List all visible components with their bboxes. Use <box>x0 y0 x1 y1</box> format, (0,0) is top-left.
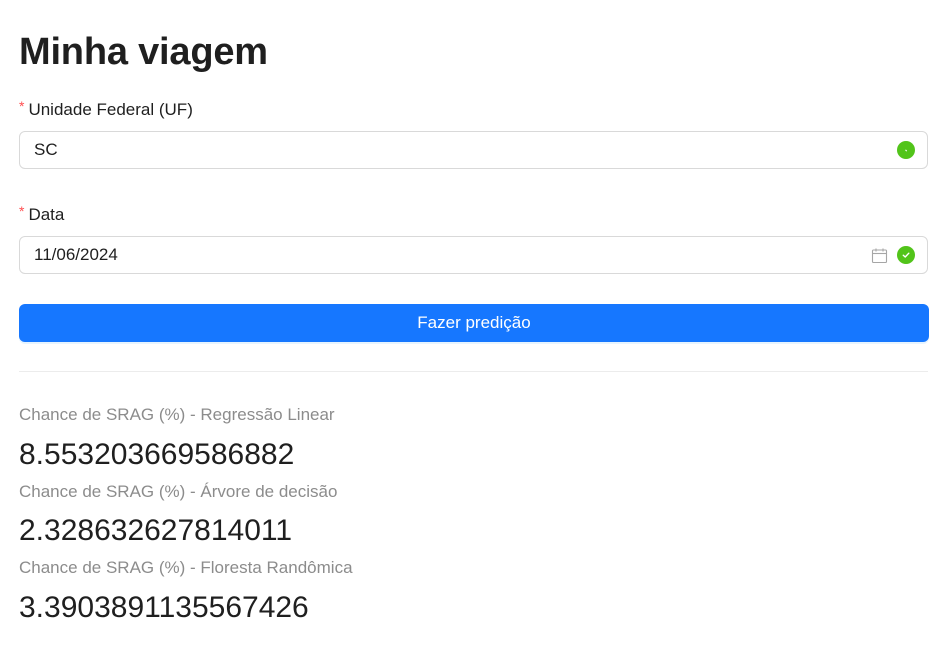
linear-regression-value: 8.553203669586882 <box>19 438 295 471</box>
decision-tree-title: Chance de SRAG (%) - Árvore de decisão <box>19 482 338 501</box>
random-forest-value: 3.3903891135567426 <box>19 591 309 624</box>
success-check-icon <box>897 246 915 264</box>
success-check-icon <box>897 141 915 159</box>
divider <box>19 371 928 372</box>
uf-select[interactable]: SC <box>19 131 928 169</box>
date-picker-value: 11/06/2024 <box>34 245 118 264</box>
page-container: Minha viagem * Unidade Federal (UF) SC * D… <box>0 0 948 667</box>
calendar-icon[interactable] <box>871 247 888 264</box>
uf-field-label: * Unidade Federal (UF) <box>19 98 193 121</box>
date-label-text: Data <box>28 205 65 224</box>
predict-button[interactable]: Fazer predição <box>19 304 929 342</box>
decision-tree-value: 2.328632627814011 <box>19 514 293 547</box>
uf-select-value: SC <box>34 140 58 159</box>
random-forest-title: Chance de SRAG (%) - Floresta Randômica <box>19 558 353 577</box>
date-field-label: * Data <box>19 203 65 226</box>
uf-label-text: Unidade Federal (UF) <box>28 100 193 119</box>
required-mark: * <box>19 203 25 219</box>
page-title: Minha viagem <box>19 31 268 73</box>
date-picker[interactable]: 11/06/2024 <box>19 236 928 274</box>
linear-regression-title: Chance de SRAG (%) - Regressão Linear <box>19 405 335 424</box>
required-mark: * <box>19 98 25 114</box>
